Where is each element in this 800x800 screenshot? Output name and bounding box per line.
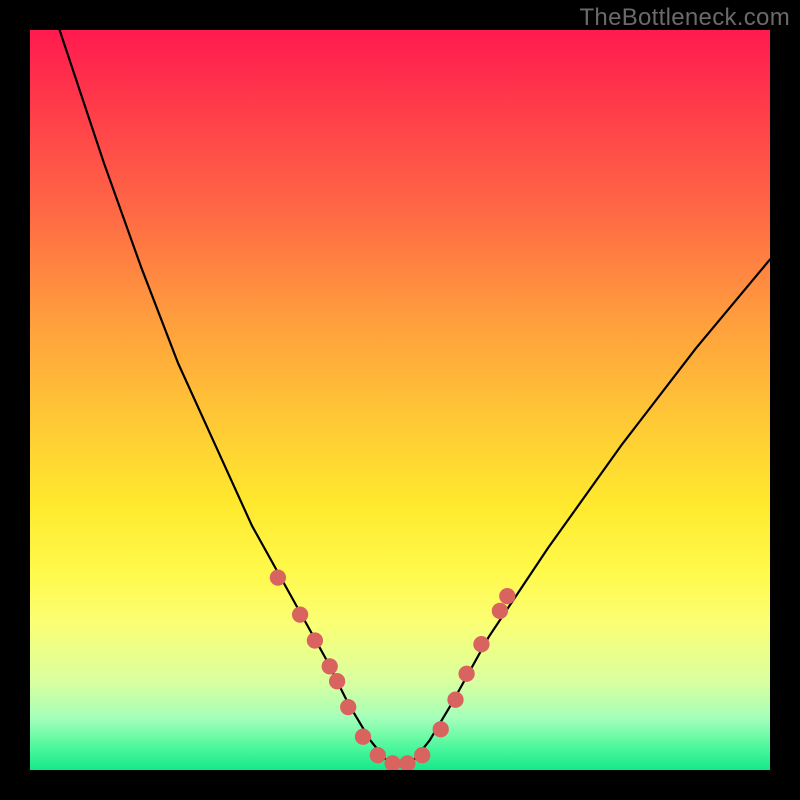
highlight-point bbox=[329, 673, 345, 689]
highlight-point bbox=[384, 755, 400, 770]
highlight-point bbox=[399, 755, 415, 770]
highlight-point bbox=[458, 666, 474, 682]
bottleneck-curve bbox=[60, 30, 770, 764]
highlight-point bbox=[307, 632, 323, 648]
highlight-point bbox=[370, 747, 386, 763]
plot-area bbox=[30, 30, 770, 770]
highlight-point bbox=[355, 729, 371, 745]
highlight-point bbox=[447, 692, 463, 708]
highlight-point bbox=[292, 606, 308, 622]
highlight-point bbox=[414, 747, 430, 763]
highlight-point bbox=[340, 699, 356, 715]
highlight-point bbox=[499, 588, 515, 604]
highlight-point bbox=[322, 658, 338, 674]
chart-frame: TheBottleneck.com bbox=[0, 0, 800, 800]
highlight-point bbox=[433, 721, 449, 737]
chart-svg bbox=[30, 30, 770, 770]
watermark-text: TheBottleneck.com bbox=[579, 4, 790, 32]
highlight-point bbox=[492, 603, 508, 619]
highlight-point bbox=[473, 636, 489, 652]
highlight-point bbox=[270, 569, 286, 585]
